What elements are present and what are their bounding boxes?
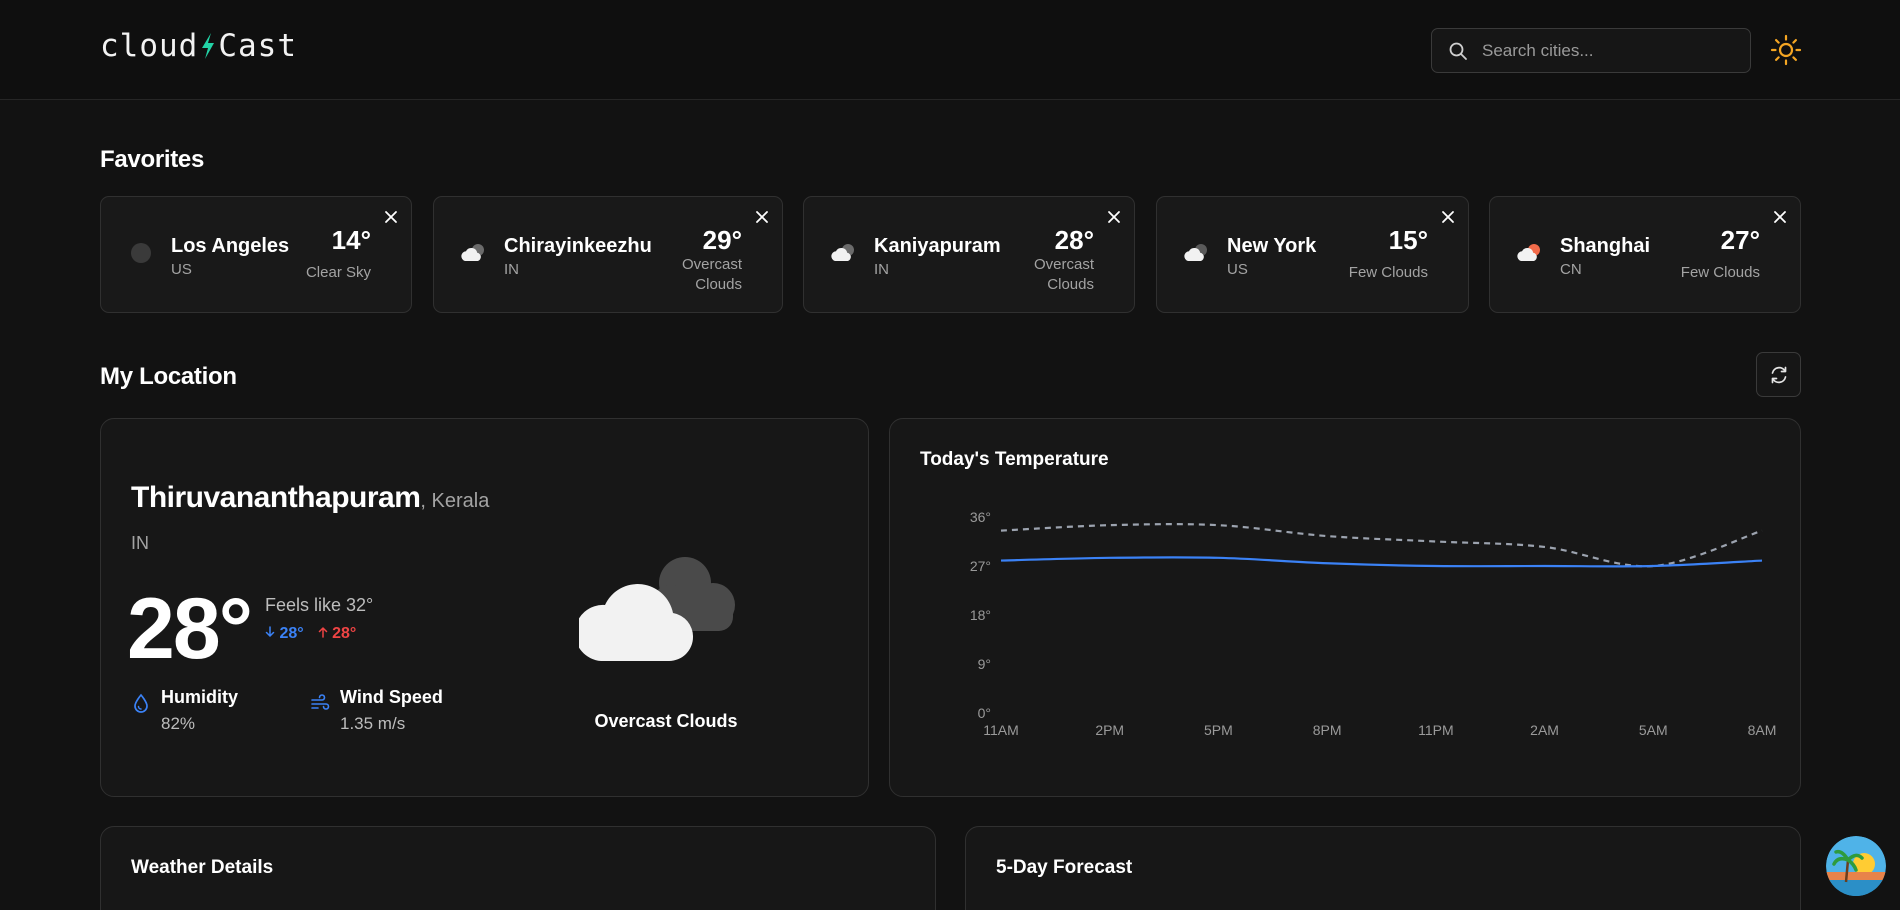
favorite-temp: 28°: [1054, 225, 1094, 255]
favorite-country: US: [171, 261, 192, 278]
temp-series-line: [1000, 556, 1763, 568]
weather-details-title: Weather Details: [131, 857, 274, 878]
x-tick-label: 2PM: [1095, 722, 1124, 738]
overcast-clouds-icon: [461, 244, 484, 261]
x-tick-label: 11PM: [1418, 722, 1454, 738]
y-tick-label: 9°: [978, 656, 991, 672]
refresh-button[interactable]: [1756, 352, 1801, 397]
my-location-title: My Location: [100, 363, 237, 390]
favorite-condition: Clear Sky: [305, 264, 371, 281]
lightning-bolt-icon: [202, 33, 215, 59]
arrow-down-icon: [265, 626, 275, 638]
favorite-city-name: Los Angeles: [171, 235, 290, 257]
x-tick-label: 8AM: [1748, 722, 1777, 738]
search-input[interactable]: [1482, 40, 1732, 61]
favorite-temp: 15°: [1388, 225, 1428, 255]
close-icon[interactable]: [754, 209, 770, 225]
country-code: IN: [131, 533, 149, 553]
x-tick-label: 5AM: [1639, 722, 1668, 738]
current-temp: 28°: [127, 581, 253, 677]
humidity-drop-icon: [134, 693, 148, 713]
close-icon[interactable]: [1440, 209, 1456, 225]
location-heading: Thiruvananthapuram, Kerala: [131, 481, 489, 515]
favorite-country: US: [1227, 261, 1248, 278]
favorite-city-name: New York: [1227, 235, 1317, 257]
temp-min: 28°: [265, 625, 304, 643]
favorite-card-new-york[interactable]: New York US 15° Few Clouds: [1156, 196, 1469, 313]
favorite-card-shanghai[interactable]: Shanghai CN 27° Few Clouds: [1489, 196, 1801, 313]
temp-min-value: 28°: [279, 625, 304, 642]
weather-details-card: Weather Details: [100, 826, 936, 910]
x-tick-label: 11AM: [983, 722, 1019, 738]
favorite-card-los-angeles[interactable]: Los Angeles US 14° Clear Sky: [100, 196, 412, 313]
feels-like: Feels like 32°: [265, 595, 374, 615]
y-tick-label: 36°: [970, 509, 991, 525]
logo-text-right: Cast: [218, 28, 297, 64]
temp-max: 28°: [318, 625, 357, 643]
humidity-label: Humidity: [161, 687, 239, 707]
favorites-title: Favorites: [100, 146, 205, 173]
favorite-card-chirayinkeezhu[interactable]: Chirayinkeezhu IN 29° Overcast Clouds: [433, 196, 783, 313]
temp-max-value: 28°: [332, 625, 357, 642]
min-max-temps: 28° 28°: [265, 625, 356, 643]
x-tick-label: 2AM: [1530, 722, 1559, 738]
favorite-city-name: Kaniyapuram: [874, 235, 1001, 257]
favorite-card-kaniyapuram[interactable]: Kaniyapuram IN 28° Overcast Clouds: [803, 196, 1135, 313]
app-logo[interactable]: cloud Cast: [100, 28, 297, 64]
forecast-card: 5-Day Forecast: [965, 826, 1801, 910]
favorite-temp: 29°: [702, 225, 742, 255]
favorite-temp: 14°: [331, 225, 371, 255]
sun-icon[interactable]: [1770, 34, 1802, 66]
favorite-temp: 27°: [1720, 225, 1760, 255]
current-condition: Overcast Clouds: [594, 711, 738, 731]
tropical-beach-avatar-icon: [1826, 836, 1886, 896]
close-icon[interactable]: [1772, 209, 1788, 225]
search-icon: [1449, 42, 1467, 60]
y-tick-label: 18°: [970, 607, 991, 623]
few-clouds-night-icon: [1184, 244, 1207, 261]
current-weather-card: Thiruvananthapuram, Kerala IN 28° Feels …: [100, 418, 869, 797]
temperature-line-chart: 0° 9° 18° 27° 36° 11AM 2PM 5PM 8PM 11PM 2AM 5AM 8AM: [970, 509, 1777, 738]
favorite-condition: Overcast Clouds: [1033, 256, 1094, 293]
y-tick-label: 27°: [970, 558, 991, 574]
favorite-country: CN: [1560, 261, 1582, 278]
close-icon[interactable]: [1106, 209, 1122, 225]
city-name: Thiruvananthapuram: [131, 481, 421, 514]
wind-value: 1.35 m/s: [340, 714, 406, 733]
forecast-title: 5-Day Forecast: [996, 857, 1133, 878]
refresh-icon: [1771, 366, 1786, 383]
arrow-up-icon: [318, 626, 327, 638]
favorite-country: IN: [874, 261, 889, 278]
app-header: cloud Cast: [0, 0, 1900, 100]
overcast-clouds-icon: [831, 244, 854, 261]
humidity-value: 82%: [161, 714, 196, 733]
favorite-condition: Few Clouds: [1680, 264, 1760, 281]
favorite-city-name: Chirayinkeezhu: [504, 235, 652, 257]
overcast-clouds-icon: [579, 557, 735, 661]
favorite-condition: Few Clouds: [1348, 264, 1428, 281]
favorite-country: IN: [504, 261, 519, 278]
close-icon[interactable]: [383, 209, 399, 225]
x-tick-label: 5PM: [1204, 722, 1233, 738]
avatar[interactable]: [1826, 836, 1886, 896]
max-temp-series-line: [1000, 523, 1763, 568]
region-separator: ,: [420, 490, 432, 512]
wind-label: Wind Speed: [340, 687, 443, 707]
temperature-chart-card: Today's Temperature 0° 9° 18° 27° 36° 11AM 2PM…: [889, 418, 1801, 797]
favorite-condition: Overcast Clouds: [681, 256, 742, 293]
region-name: Kerala: [431, 490, 490, 512]
logo-text-left: cloud: [100, 28, 199, 64]
y-tick-label: 0°: [978, 705, 991, 721]
clear-night-icon: [131, 243, 151, 263]
search-box[interactable]: [1431, 28, 1751, 73]
wind-icon: [311, 694, 330, 710]
few-clouds-day-icon: [1517, 244, 1540, 261]
x-tick-label: 8PM: [1313, 722, 1342, 738]
favorite-city-name: Shanghai: [1560, 235, 1651, 257]
